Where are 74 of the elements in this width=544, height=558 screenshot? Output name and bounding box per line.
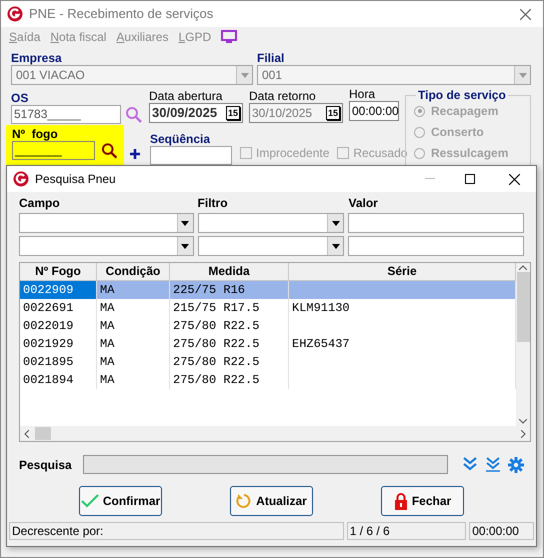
group-title: Tipo de serviço (416, 88, 508, 102)
close-icon[interactable] (509, 174, 520, 184)
radio-label: Ressulcagem (431, 145, 508, 162)
radio-label: Conserto (431, 124, 484, 141)
field-label: Hora (349, 87, 376, 101)
table-row[interactable]: 0022909 MA 225/75 R16 (20, 281, 516, 299)
os-field[interactable]: 51783_____ (11, 105, 121, 124)
filter-label: Campo (19, 196, 61, 210)
double-chevron-down-icon[interactable] (462, 456, 478, 470)
status-pane: 1 / 6 / 6 (346, 522, 466, 540)
status-pane: Decrescente por: (9, 522, 344, 540)
fire-number-field[interactable]: _______ (12, 141, 95, 160)
column-header[interactable]: Medida (170, 263, 289, 281)
table-cell: MA (97, 371, 170, 389)
data-retorno-field[interactable]: 30/10/2025 15 (249, 103, 343, 123)
field-label: Filial (257, 51, 286, 65)
dialog-button[interactable]: Fechar (381, 486, 464, 516)
field-dropdown[interactable] (19, 236, 194, 256)
radio-label: Recapagem (431, 103, 498, 120)
value-field[interactable] (348, 213, 524, 233)
column-header[interactable]: Nº Fogo (20, 263, 97, 281)
scroll-thumb[interactable] (35, 427, 51, 440)
filter-label: Valor (348, 196, 379, 210)
data-abertura-field[interactable]: 30/09/2025 15 (149, 103, 243, 123)
hora-field[interactable]: 00:00:00 (349, 101, 399, 121)
scroll-left-icon[interactable] (24, 430, 29, 438)
window-title: PNE - Recebimento de serviços (29, 5, 214, 24)
column-header[interactable]: Série (289, 263, 516, 281)
calendar-button[interactable]: 15 (226, 106, 240, 120)
monitor-icon[interactable] (221, 30, 238, 44)
filter-label: Filtro (198, 196, 229, 210)
scroll-up-icon[interactable] (519, 265, 527, 270)
checkbox-label: Improcedente (256, 145, 330, 162)
horizontal-scrollbar[interactable] (20, 426, 530, 441)
checkbox-label: Recusado (353, 145, 408, 162)
plus-icon[interactable] (130, 149, 140, 159)
vertical-scrollbar[interactable] (516, 263, 530, 426)
field-label: Data abertura (149, 89, 224, 103)
filter-dropdown[interactable] (198, 236, 344, 256)
field-label: Empresa (11, 51, 63, 65)
scroll-right-icon[interactable] (521, 430, 526, 438)
empresa-dropdown[interactable]: 001 VIACAO (11, 65, 253, 85)
table-cell: 0022909 (20, 281, 97, 299)
search-label: Pesquisa (19, 456, 71, 474)
field-dropdown[interactable] (19, 213, 194, 233)
calendar-button[interactable]: 15 (326, 106, 340, 120)
checkmark-icon (80, 494, 99, 508)
scroll-thumb[interactable] (516, 272, 530, 342)
field-label: OS (11, 91, 30, 105)
sequence-field[interactable] (150, 146, 232, 165)
padlock-icon (394, 492, 408, 510)
table-cell: 275/80 R22.5 (170, 371, 289, 389)
app-logo-icon (13, 171, 29, 187)
refresh-icon (236, 493, 252, 509)
minimize-icon[interactable] (425, 178, 435, 180)
dialog-button[interactable]: Confirmar (79, 486, 162, 516)
table-cell: 0021894 (20, 371, 97, 389)
search-field[interactable] (83, 455, 448, 474)
field-label: Data retorno (249, 89, 317, 103)
field-label: Seqüência (150, 132, 212, 146)
settings-icon[interactable] (508, 456, 524, 472)
field-label: Nº fogo (12, 127, 59, 141)
chevron-down-bar-icon[interactable] (485, 456, 501, 472)
dialog-button[interactable]: Atualizar (230, 486, 313, 516)
value-field[interactable] (348, 236, 524, 256)
filter-dropdown[interactable] (198, 213, 344, 233)
status-pane: 00:00:00 (469, 522, 534, 540)
app-logo-icon (7, 6, 23, 22)
column-header[interactable]: Condição (97, 263, 170, 281)
dialog-title: Pesquisa Pneu (35, 171, 116, 188)
scroll-down-icon[interactable] (519, 419, 527, 424)
filial-dropdown[interactable]: 001 (257, 65, 531, 85)
maximize-icon[interactable] (465, 174, 475, 184)
search-icon[interactable] (100, 142, 118, 160)
